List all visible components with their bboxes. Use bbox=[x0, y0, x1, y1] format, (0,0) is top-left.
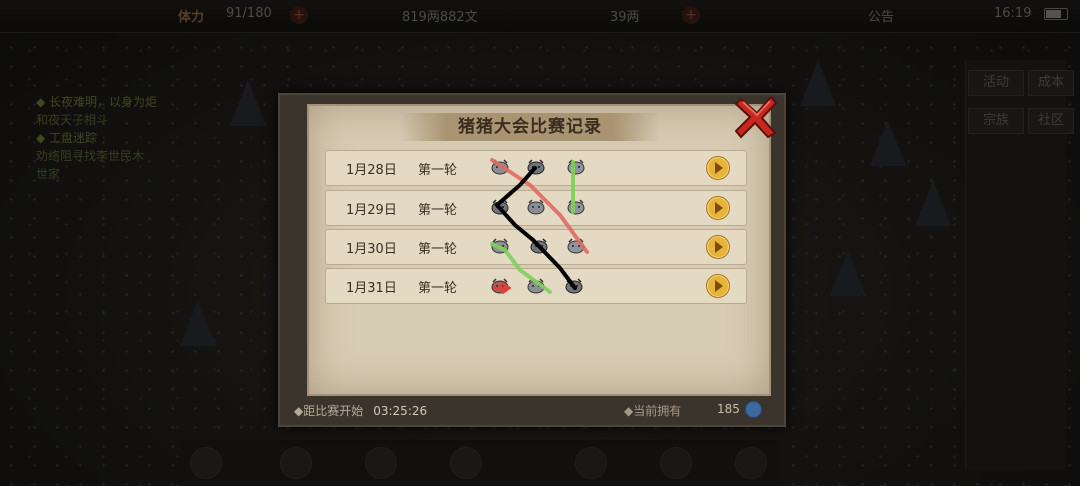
pig-icon bbox=[491, 159, 509, 175]
pig-icon bbox=[491, 238, 509, 254]
pig-icon bbox=[491, 278, 509, 294]
countdown-label: ◆距比赛开始 bbox=[294, 404, 364, 418]
record-round: 第一轮 bbox=[418, 281, 458, 296]
record-round: 第一轮 bbox=[418, 242, 458, 257]
record-round: 第一轮 bbox=[418, 163, 458, 178]
owned-count: 185 bbox=[717, 402, 740, 416]
countdown-time: 03:25:26 bbox=[373, 404, 428, 418]
record-round: 第一轮 bbox=[418, 203, 458, 218]
pig-icon bbox=[527, 199, 545, 215]
countdown: ◆距比赛开始 03:25:26 bbox=[294, 402, 427, 419]
pig-icon bbox=[527, 159, 545, 175]
pig-icon bbox=[530, 238, 548, 254]
pig-icon bbox=[567, 159, 585, 175]
coin-icon bbox=[745, 401, 762, 418]
record-date: 1月28日 bbox=[346, 163, 397, 178]
close-icon[interactable] bbox=[733, 93, 779, 139]
pig-icon bbox=[567, 238, 585, 254]
record-date: 1月30日 bbox=[346, 242, 397, 257]
pig-icon bbox=[565, 278, 583, 294]
dialog-title: 猪猪大会比赛记录 bbox=[400, 113, 660, 141]
owned-label: ◆当前拥有 bbox=[624, 404, 682, 418]
play-replay-button[interactable] bbox=[706, 156, 730, 180]
pig-icon bbox=[567, 199, 585, 215]
record-date: 1月29日 bbox=[346, 203, 397, 218]
play-replay-button[interactable] bbox=[706, 196, 730, 220]
record-date: 1月31日 bbox=[346, 281, 397, 296]
pig-icon bbox=[491, 199, 509, 215]
pig-icon bbox=[527, 278, 545, 294]
play-replay-button[interactable] bbox=[706, 235, 730, 259]
play-replay-button[interactable] bbox=[706, 274, 730, 298]
